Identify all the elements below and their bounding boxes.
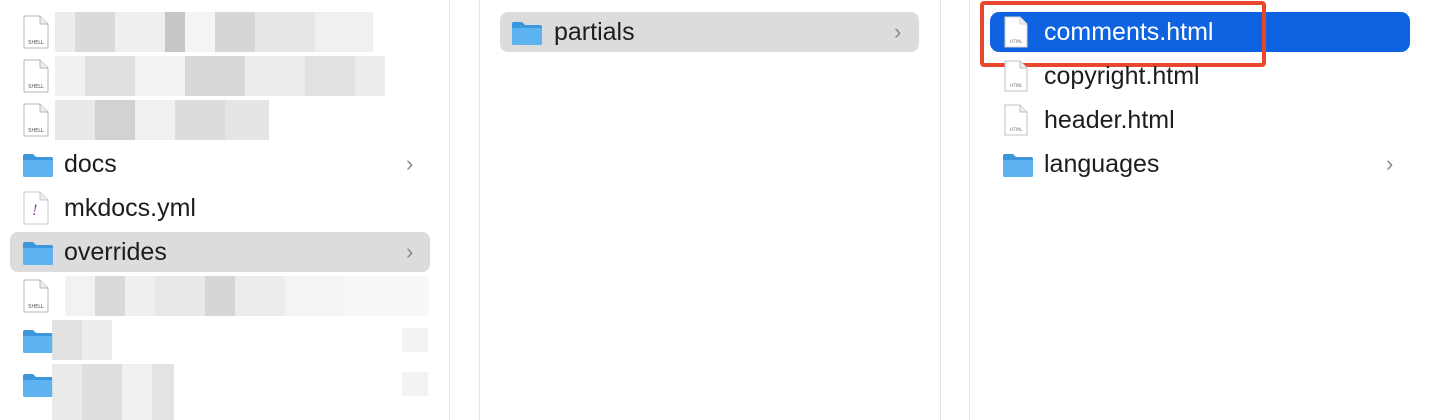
icon-label: SHELL: [28, 84, 44, 90]
list-item[interactable]: [10, 364, 430, 420]
folder-icon: [23, 330, 53, 353]
list-item[interactable]: SHELL: [10, 276, 430, 316]
icon-label: SHELL: [28, 128, 44, 134]
redacted-filename: [65, 276, 429, 316]
redacted-filename: [52, 364, 174, 420]
list-item[interactable]: [10, 320, 430, 360]
item-name: partials: [554, 17, 635, 46]
list-item[interactable]: HTML copyright.html: [990, 56, 1410, 96]
folder-icon: [1003, 154, 1033, 177]
folder-icon: [23, 242, 53, 265]
chevron-right-icon: ›: [894, 19, 902, 44]
column-divider[interactable]: [940, 0, 941, 420]
icon-label: SHELL: [28, 40, 44, 46]
shell-file-icon: SHELL: [23, 279, 49, 313]
redacted-filename: [55, 12, 373, 52]
folder-icon: [512, 22, 542, 45]
chevron-right-icon: ›: [406, 239, 414, 264]
list-item[interactable]: ! mkdocs.yml: [10, 188, 430, 228]
redacted-filename: [402, 372, 428, 396]
list-item[interactable]: docs ›: [10, 144, 430, 184]
redacted-filename: [55, 100, 269, 140]
item-name: copyright.html: [1044, 61, 1200, 90]
icon-label: !: [32, 203, 38, 219]
chevron-right-icon: ›: [406, 151, 414, 176]
item-name: overrides: [64, 237, 167, 266]
shell-file-icon: SHELL: [23, 59, 49, 93]
folder-icon: [23, 374, 53, 397]
redacted-filename: [402, 328, 428, 352]
list-item[interactable]: SHELL: [10, 100, 430, 140]
html-file-icon: HTML: [1004, 104, 1028, 136]
column-2: partials ›: [480, 0, 940, 420]
html-file-icon: HTML: [1004, 60, 1028, 92]
column-divider[interactable]: [449, 0, 450, 420]
list-item[interactable]: languages ›: [990, 144, 1410, 184]
yaml-file-icon: !: [23, 191, 49, 225]
chevron-right-icon: ›: [1386, 151, 1394, 176]
shell-file-icon: SHELL: [23, 103, 49, 137]
shell-file-icon: SHELL: [23, 15, 49, 49]
item-name: languages: [1044, 149, 1160, 178]
list-item-selected[interactable]: overrides ›: [10, 232, 430, 272]
folder-icon: [23, 154, 53, 177]
list-item[interactable]: HTML header.html: [990, 100, 1410, 140]
icon-label: HTML: [1010, 127, 1023, 133]
redacted-filename: [52, 320, 112, 360]
item-name: mkdocs.yml: [64, 193, 196, 222]
item-name: header.html: [1044, 105, 1175, 134]
redacted-filename: [55, 56, 385, 96]
column-1: SHELL SHELL SHELL docs › ! mkdocs.yml ov…: [0, 0, 449, 420]
list-item[interactable]: SHELL: [10, 56, 430, 96]
icon-label: HTML: [1010, 83, 1023, 89]
column-3: HTML comments.html HTML copyright.html H…: [970, 0, 1448, 420]
list-item[interactable]: SHELL: [10, 12, 430, 52]
list-item-selected[interactable]: partials ›: [500, 12, 919, 52]
item-name: docs: [64, 149, 117, 178]
icon-label: SHELL: [28, 304, 44, 310]
